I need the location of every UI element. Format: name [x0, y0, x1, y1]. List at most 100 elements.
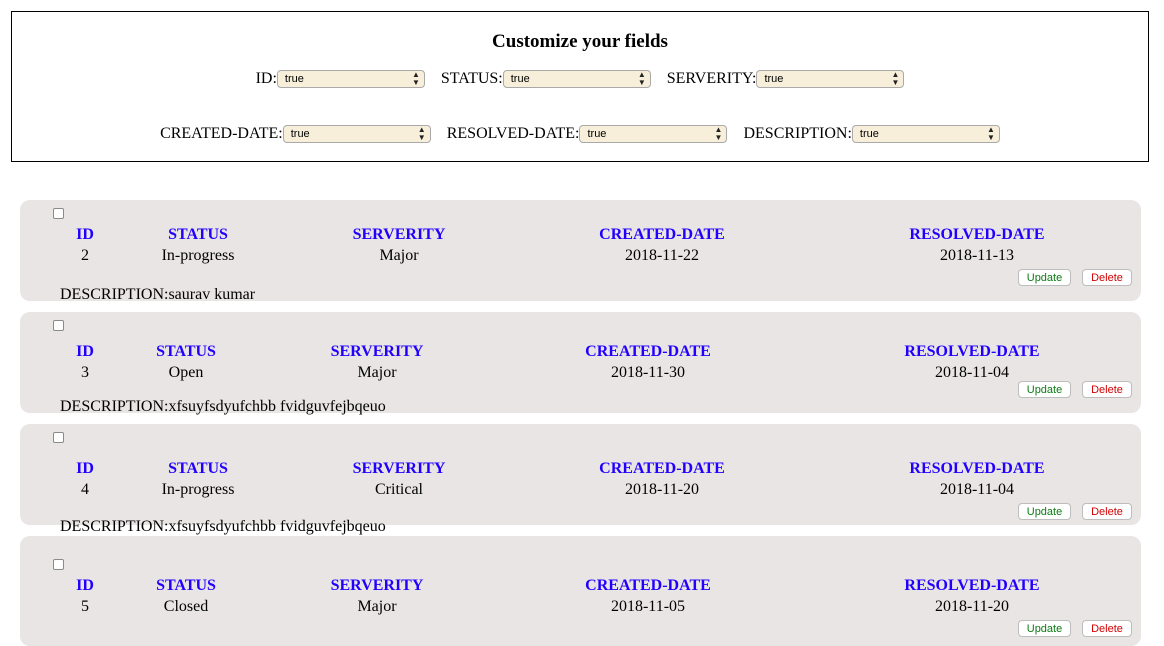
value-severity: Major [357, 364, 397, 381]
updown-chevron-icon: ▲ ▼ [987, 125, 995, 142]
field-label-status: STATUS: [440, 70, 503, 87]
header-status: STATUS [168, 226, 228, 243]
col-status: STATUS In-progress [148, 226, 248, 265]
select-checkbox[interactable] [53, 320, 64, 331]
value-id: 2 [81, 247, 89, 264]
value-status: Open [168, 364, 204, 381]
value-severity: Critical [375, 481, 423, 498]
col-resolved-date: RESOLVED-DATE 2018-11-20 [892, 577, 1052, 616]
panel-title: Customize your fields [492, 31, 668, 52]
field-label-created-date: CREATED-DATE: [160, 125, 283, 142]
select-checkbox[interactable] [53, 208, 64, 219]
header-severity: SERVERITY [352, 460, 446, 477]
col-status: STATUS Closed [136, 577, 236, 616]
field-label-resolved-date: RESOLVED-DATE: [446, 125, 580, 142]
value-severity: Major [379, 247, 419, 264]
header-resolved-date: RESOLVED-DATE [909, 460, 1045, 477]
header-resolved-date: RESOLVED-DATE [909, 226, 1045, 243]
header-severity: SERVERITY [352, 226, 446, 243]
id-select-value: true [284, 73, 304, 85]
value-resolved-date: 2018-11-04 [939, 481, 1015, 498]
issue-card: ID 5 STATUS Closed SERVERITY Major CREAT… [20, 536, 1141, 646]
field-row-1: ID: true ▲ ▼ STATUS: true ▲ ▼ SERVERITY: t… [12, 70, 1148, 88]
issue-card: ID 3 STATUS Open SERVERITY Major CREATED… [20, 312, 1141, 415]
field-created-date: CREATED-DATE: true ▲ ▼ [160, 125, 431, 143]
field-label-description: DESCRIPTION: [743, 125, 852, 142]
delete-button[interactable]: Delete [1082, 381, 1132, 398]
delete-button[interactable]: Delete [1082, 620, 1132, 637]
resolved-date-select[interactable]: true ▲ ▼ [579, 125, 728, 143]
updown-chevron-icon: ▲ ▼ [891, 70, 900, 87]
header-id: ID [76, 343, 94, 360]
delete-button[interactable]: Delete [1082, 269, 1132, 286]
description-select-value: true [859, 128, 879, 140]
update-button[interactable]: Update [1018, 503, 1071, 520]
header-status: STATUS [168, 460, 228, 477]
description-text: DESCRIPTION:xfsuyfsdyufchbb fvidguvfejbq… [60, 518, 386, 535]
update-button[interactable]: Update [1018, 381, 1071, 398]
col-severity: SERVERITY Critical [339, 460, 459, 499]
col-status: STATUS In-progress [148, 460, 248, 499]
field-id: ID: true ▲ ▼ [256, 70, 425, 88]
created-date-select[interactable]: true ▲ ▼ [282, 125, 431, 143]
description-text: DESCRIPTION:saurav kumar [60, 286, 256, 303]
field-label-severity: SERVERITY: [666, 70, 757, 87]
header-created-date: CREATED-DATE [599, 460, 725, 477]
col-severity: SERVERITY Major [339, 226, 459, 265]
col-resolved-date: RESOLVED-DATE 2018-11-04 [897, 460, 1057, 499]
header-created-date: CREATED-DATE [599, 226, 725, 243]
id-select[interactable]: true ▲ ▼ [276, 70, 425, 88]
issue-card: ID 4 STATUS In-progress SERVERITY Critic… [20, 424, 1141, 535]
col-id: ID 3 [65, 343, 105, 382]
field-severity: SERVERITY: true ▲ ▼ [667, 70, 905, 88]
field-row-2: CREATED-DATE: true ▲ ▼ RESOLVED-DATE: tru… [12, 125, 1148, 143]
value-id: 4 [81, 481, 89, 498]
col-severity: SERVERITY Major [317, 577, 437, 616]
value-status: In-progress [161, 247, 235, 264]
header-status: STATUS [156, 577, 216, 594]
description-text: DESCRIPTION:xfsuyfsdyufchbb fvidguvfejbq… [60, 398, 386, 415]
field-description: DESCRIPTION: true ▲ ▼ [743, 125, 1000, 143]
updown-chevron-icon: ▲ ▼ [411, 70, 420, 87]
select-checkbox[interactable] [53, 559, 64, 570]
status-select[interactable]: true ▲ ▼ [502, 70, 651, 88]
header-severity: SERVERITY [330, 343, 424, 360]
header-status: STATUS [156, 343, 216, 360]
value-created-date: 2018-11-30 [610, 364, 686, 381]
description-select[interactable]: true ▲ ▼ [851, 125, 1000, 143]
value-status: Closed [163, 598, 209, 615]
value-resolved-date: 2018-11-20 [934, 598, 1010, 615]
update-button[interactable]: Update [1018, 269, 1071, 286]
col-status: STATUS Open [136, 343, 236, 382]
header-id: ID [76, 577, 94, 594]
severity-select[interactable]: true ▲ ▼ [756, 70, 905, 88]
col-created-date: CREATED-DATE 2018-11-20 [587, 460, 737, 499]
value-id: 5 [81, 598, 89, 615]
severity-select-value: true [764, 73, 784, 85]
col-id: ID 2 [65, 226, 105, 265]
value-created-date: 2018-11-05 [610, 598, 686, 615]
updown-chevron-icon: ▲ ▼ [637, 70, 646, 87]
created-date-select-value: true [290, 128, 310, 140]
value-status: In-progress [161, 481, 235, 498]
header-id: ID [76, 226, 94, 243]
col-resolved-date: RESOLVED-DATE 2018-11-04 [892, 343, 1052, 382]
field-status: STATUS: true ▲ ▼ [441, 70, 651, 88]
field-resolved-date: RESOLVED-DATE: true ▲ ▼ [447, 125, 728, 143]
issue-card: ID 2 STATUS In-progress SERVERITY Major … [20, 200, 1141, 303]
header-severity: SERVERITY [330, 577, 424, 594]
header-resolved-date: RESOLVED-DATE [904, 343, 1040, 360]
col-id: ID 5 [65, 577, 105, 616]
col-id: ID 4 [65, 460, 105, 499]
col-resolved-date: RESOLVED-DATE 2018-11-13 [897, 226, 1057, 265]
value-created-date: 2018-11-20 [624, 481, 700, 498]
update-button[interactable]: Update [1018, 620, 1071, 637]
header-created-date: CREATED-DATE [585, 343, 711, 360]
header-resolved-date: RESOLVED-DATE [904, 577, 1040, 594]
status-select-value: true [510, 73, 530, 85]
value-id: 3 [81, 364, 89, 381]
col-created-date: CREATED-DATE 2018-11-30 [573, 343, 723, 382]
delete-button[interactable]: Delete [1082, 503, 1132, 520]
select-checkbox[interactable] [53, 432, 64, 443]
col-created-date: CREATED-DATE 2018-11-22 [587, 226, 737, 265]
